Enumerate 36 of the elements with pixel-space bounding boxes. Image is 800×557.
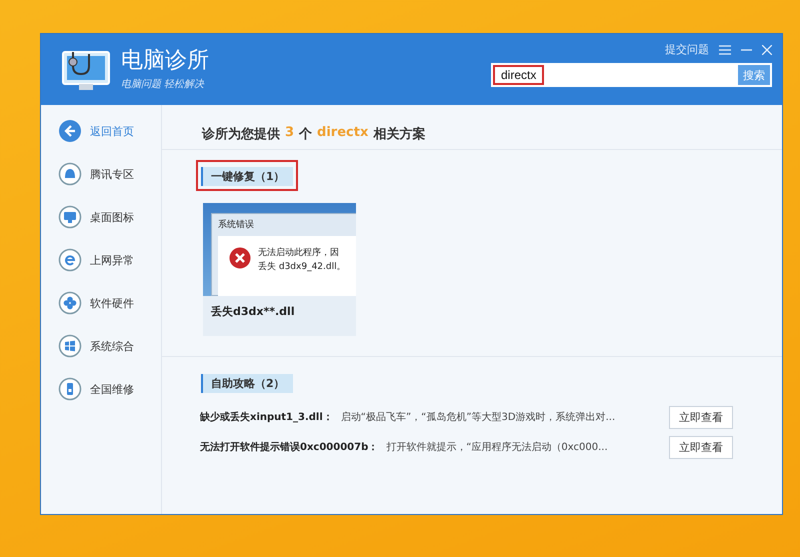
sidebar-item[interactable]: 全国维修	[58, 377, 161, 401]
sidebar-item[interactable]: 系统综合	[58, 334, 161, 358]
view-button[interactable]: 立即查看	[669, 406, 733, 428]
summary-text: 个	[299, 126, 312, 143]
card-caption: 丢失d3dx**.dll	[210, 304, 296, 319]
menu-icon[interactable]	[719, 44, 731, 54]
view-button[interactable]: 立即查看	[669, 436, 733, 458]
summary-text: 相关方案	[373, 126, 426, 143]
fix-card[interactable]: 系统错误 无法启动此程序，因 丢失 d3dx9_42.dll。 丢失d3dx**.dll	[203, 203, 356, 336]
section-heading: 自助攻略（2）	[201, 374, 293, 393]
windows-icon	[58, 334, 82, 358]
section-heading: 一键修复（1）	[201, 167, 293, 186]
phone-icon	[58, 377, 82, 401]
back-home-link[interactable]: 返回首页	[58, 119, 161, 143]
app-title: 电脑诊所	[121, 48, 209, 74]
dialog-title: 系统错误	[218, 218, 255, 231]
sidebar-item[interactable]: 腾讯专区	[58, 162, 161, 186]
error-icon	[228, 246, 252, 270]
dialog-message: 丢失 d3dx9_42.dll。	[258, 260, 346, 274]
app-slogan: 电脑问题 轻松解决	[121, 78, 206, 91]
search-value: directx	[493, 65, 544, 85]
guide-title: 无法打开软件提示错误0xc000007b：	[200, 440, 378, 454]
guide-summary: 打开软件就提示，“应用程序无法启动（0xc000...	[386, 440, 609, 454]
browser-icon	[58, 248, 82, 272]
search-field[interactable]: directx 搜索	[491, 63, 772, 87]
guide-summary: 启动“极品飞车”，“孤岛危机”等大型3D游戏时，系统弹出对...	[340, 410, 616, 424]
guide-title: 缺少或丢失xinput1_3.dll：	[200, 410, 333, 424]
dialog-message: 无法启动此程序，因	[258, 246, 340, 260]
sidebar-item[interactable]: 软件硬件	[58, 291, 161, 315]
summary-text: 诊所为您提供	[202, 126, 280, 143]
monitor-icon	[58, 205, 82, 229]
sidebar-item[interactable]: 上网异常	[58, 248, 161, 272]
result-count: 3	[285, 125, 294, 142]
close-icon[interactable]	[762, 44, 772, 54]
search-keyword: directx	[317, 125, 368, 142]
sidebar-item[interactable]: 桌面图标	[58, 205, 161, 229]
